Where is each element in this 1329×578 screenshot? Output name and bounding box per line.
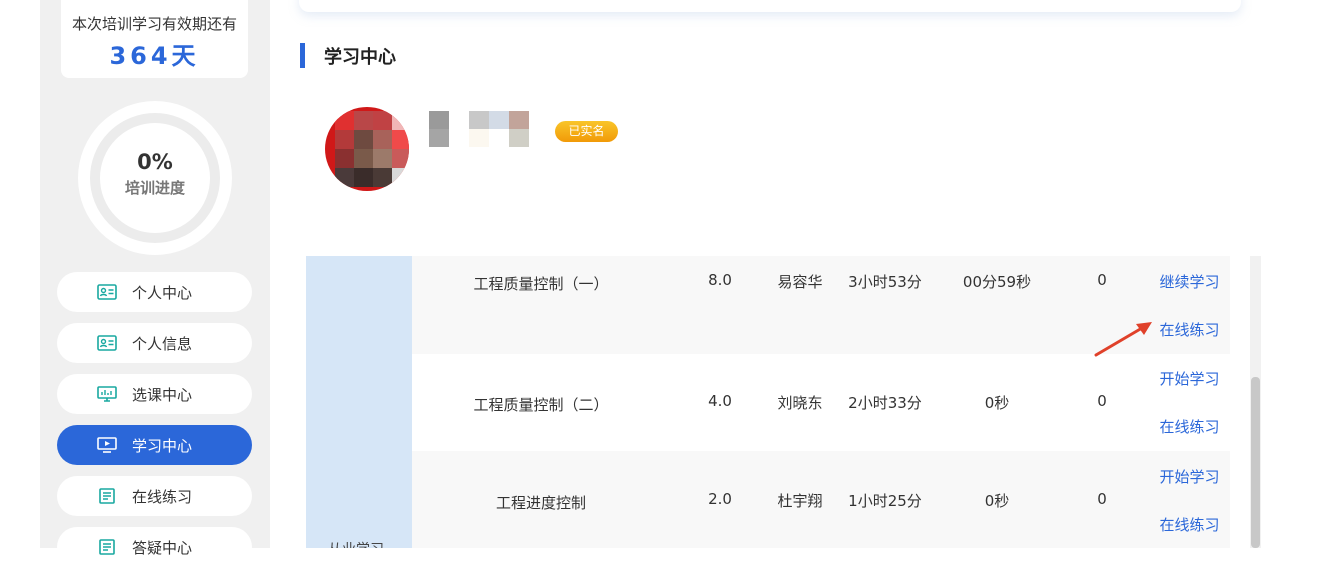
sidebar-item-personal-info[interactable]: 个人信息 [57, 323, 252, 363]
progress-label: 培训进度 [124, 179, 185, 197]
sidebar-item-label: 个人中心 [132, 283, 193, 302]
sidebar-item-online-practice[interactable]: 在线练习 [57, 476, 252, 516]
course-total-duration: 2小时33分 [848, 394, 922, 412]
progress-percent: 0% [137, 150, 173, 174]
title-accent-bar [300, 43, 305, 68]
course-name: 工程质量控制（一） [473, 275, 609, 293]
avatar [325, 107, 409, 191]
course-studied-time: 00分59秒 [962, 273, 1032, 291]
course-count: 0 [1097, 392, 1107, 410]
id-card-icon [97, 284, 117, 300]
sidebar-item-course-selection[interactable]: 选课中心 [57, 374, 252, 414]
sidebar-item-learning-center[interactable]: 学习中心 [57, 425, 252, 465]
table-row: 工程质量控制（二） 4.0 刘晓东 2小时33分 0秒 0 开始学习 在线练习 [412, 353, 1230, 451]
start-learning-link[interactable]: 开始学习 [1142, 368, 1237, 389]
start-learning-link[interactable]: 开始学习 [1142, 466, 1237, 487]
progress-ring: 0% 培训进度 [78, 101, 232, 255]
page-title: 学习中心 [324, 46, 396, 68]
sidebar-item-label: 在线练习 [132, 487, 193, 506]
course-teacher: 易容华 [777, 273, 823, 291]
table-row: 工程进度控制 2.0 杜宇翔 1小时25分 0秒 0 开始学习 在线练习 [412, 451, 1230, 548]
document-icon [99, 488, 115, 504]
sidebar-menu: 个人中心 个人信息 选课中心 学习中心 在线练习 答疑中心 [57, 272, 252, 578]
course-total-duration: 1小时25分 [848, 492, 922, 510]
verified-badge: 已实名 [555, 121, 618, 142]
sidebar-item-label: 学习中心 [132, 436, 193, 455]
monitor-icon [97, 386, 117, 402]
sidebar-item-label: 选课中心 [132, 385, 193, 404]
course-teacher: 刘晓东 [777, 394, 823, 412]
course-name: 工程质量控制（二） [473, 396, 609, 414]
course-name: 工程进度控制 [495, 494, 586, 512]
validity-days: 364天 [109, 42, 200, 70]
sidebar-item-label: 答疑中心 [132, 538, 193, 557]
avatar-pixelated [335, 111, 409, 187]
section-header: 学习中心 [300, 43, 396, 68]
validity-label: 本次培训学习有效期还有 [71, 15, 237, 33]
course-total-duration: 3小时53分 [848, 273, 922, 291]
course-teacher: 杜宇翔 [777, 492, 823, 510]
sidebar-item-qa-center[interactable]: 答疑中心 [57, 527, 252, 567]
course-credit: 4.0 [708, 392, 732, 410]
play-screen-icon [97, 437, 117, 453]
online-practice-link[interactable]: 在线练习 [1142, 514, 1237, 535]
table-scrollbar-thumb[interactable] [1251, 377, 1260, 548]
document-icon [99, 539, 115, 555]
course-credit: 8.0 [708, 271, 732, 289]
course-count: 0 [1097, 490, 1107, 508]
continue-learning-link[interactable]: 继续学习 [1142, 271, 1237, 292]
course-credit: 2.0 [708, 490, 732, 508]
id-card-icon [97, 335, 117, 351]
username-pixelated [429, 111, 529, 147]
sidebar-item-personal-center[interactable]: 个人中心 [57, 272, 252, 312]
category-label: 从业学习 [328, 539, 384, 548]
online-practice-link[interactable]: 在线练习 [1142, 416, 1237, 437]
sidebar: 本次培训学习有效期还有 364天 0% 培训进度 个人中心 个人信息 选课中心 … [40, 0, 270, 567]
top-card [299, 0, 1241, 12]
course-studied-time: 0秒 [984, 394, 1010, 412]
sidebar-item-label: 个人信息 [132, 334, 193, 353]
course-count: 0 [1097, 271, 1107, 289]
category-cell: 从业学习 [306, 256, 412, 548]
validity-card: 本次培训学习有效期还有 364天 [61, 0, 248, 78]
course-table: 从业学习 工程质量控制（一） 8.0 易容华 3小时53分 00分59秒 0 继… [306, 256, 1261, 548]
annotation-arrow-icon [1094, 322, 1152, 357]
course-studied-time: 0秒 [984, 492, 1010, 510]
